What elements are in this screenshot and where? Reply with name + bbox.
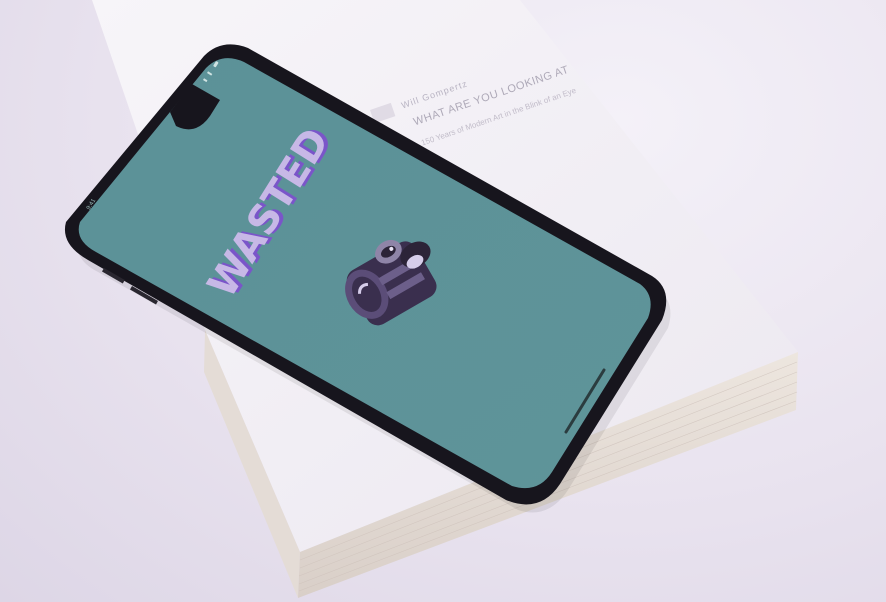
phone: WASTED WASTED	[64, 44, 671, 513]
photo-scene: Will Gompertz WHAT ARE YOU LOOKING AT 15…	[0, 0, 886, 602]
